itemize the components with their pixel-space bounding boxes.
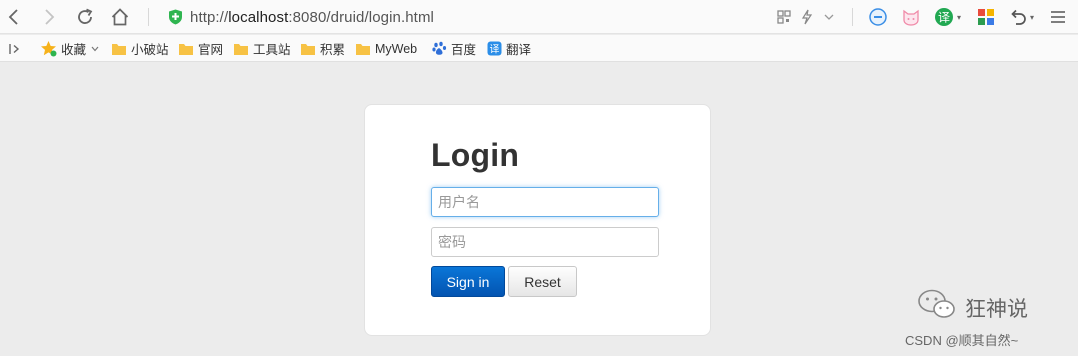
password-input[interactable] (431, 227, 659, 257)
forward-arrow-icon (45, 9, 55, 25)
lightning-icon (801, 9, 813, 25)
back-button[interactable] (2, 5, 26, 29)
bookmark-label: MyWeb (375, 41, 418, 56)
translate-icon: 译 (487, 41, 502, 56)
baidu-paw-icon (432, 41, 447, 55)
reload-icon (78, 8, 93, 24)
bookmark-label: 翻译 (506, 43, 532, 57)
bookmark-label: 工具站 (253, 43, 291, 57)
minus-button[interactable] (868, 7, 888, 27)
bookmark-item[interactable]: MyWeb (355, 39, 417, 58)
translate-extension-button[interactable]: 译 (934, 7, 954, 27)
cat-icon (903, 9, 919, 26)
bookmark-label: 官网 (198, 43, 224, 57)
address-dropdown-button[interactable] (819, 7, 839, 27)
bookmark-item[interactable]: 小破站 (111, 39, 169, 58)
url-text: http://localhost:8080/druid/login.html (190, 9, 434, 26)
bookmark-label: 百度 (451, 43, 477, 57)
folder-icon (301, 43, 315, 55)
toolbar-divider (852, 8, 853, 26)
url-prefix: http:// (190, 8, 229, 26)
bookmark-item[interactable]: 工具站 (233, 39, 291, 58)
wechat-logo-icon (918, 289, 955, 318)
home-icon (111, 8, 129, 26)
url-path: :8080/druid/login.html (288, 8, 434, 26)
bookmark-item[interactable]: 官网 (178, 39, 223, 58)
bookmark-label: 积累 (320, 43, 346, 57)
svg-text:译: 译 (490, 44, 500, 56)
menu-icon (1051, 11, 1065, 23)
url-host: localhost (228, 8, 289, 26)
sidebar-toggle-icon (9, 43, 20, 54)
menu-button[interactable] (1048, 7, 1068, 27)
translate-icon: 译 (935, 8, 953, 26)
toolbar-divider (148, 8, 149, 26)
home-button[interactable] (108, 5, 132, 29)
forward-button[interactable] (37, 5, 61, 29)
undo-button[interactable] (1008, 7, 1028, 27)
username-input[interactable] (431, 187, 659, 217)
qr-code-button[interactable] (774, 7, 794, 27)
folder-icon (356, 43, 370, 55)
reset-button[interactable]: Reset (508, 266, 577, 297)
browser-toolbar: http://localhost:8080/druid/login.html 译… (0, 0, 1078, 34)
bookmark-favorites-label: 收藏 (61, 43, 87, 57)
translate-dropdown-icon[interactable]: ▾ (954, 7, 964, 27)
apps-grid-icon (978, 9, 994, 25)
flash-button[interactable] (797, 7, 817, 27)
folder-icon (179, 43, 193, 55)
sidebar-toggle-button[interactable] (8, 39, 22, 58)
bookmark-favorites[interactable]: 收藏 (40, 39, 99, 58)
folder-icon (112, 43, 126, 55)
watermark-title: 狂神说 (965, 298, 1028, 321)
login-title: Login (431, 137, 520, 173)
bookmark-item[interactable]: 积累 (300, 39, 345, 58)
undo-icon (1011, 9, 1026, 25)
undo-dropdown-icon[interactable]: ▾ (1027, 7, 1037, 27)
address-bar[interactable]: http://localhost:8080/druid/login.html (168, 5, 688, 29)
bookmark-item[interactable]: 译 翻译 (487, 39, 531, 58)
star-icon (41, 41, 57, 57)
shield-icon (169, 9, 182, 25)
folder-icon (234, 43, 248, 55)
bookmarks-bar: 收藏 小破站 官网 工具站 积累 MyWeb 百度 译 翻译 (0, 35, 1078, 62)
qr-code-icon (777, 10, 791, 24)
minus-circle-icon (869, 8, 887, 26)
bookmark-label: 小破站 (131, 43, 169, 57)
login-card: Login Sign in Reset (364, 104, 711, 336)
chevron-down-icon (91, 46, 99, 51)
bookmark-item[interactable]: 百度 (432, 39, 476, 58)
apps-button[interactable] (976, 7, 996, 27)
back-arrow-icon (8, 9, 18, 25)
chevron-down-icon (824, 14, 834, 20)
svg-text:译: 译 (938, 11, 950, 25)
cat-extension-button[interactable] (901, 7, 921, 27)
sign-in-button[interactable]: Sign in (431, 266, 505, 297)
watermark-credit: CSDN @顺其自然~ (905, 333, 1019, 348)
reload-button[interactable] (73, 5, 97, 29)
